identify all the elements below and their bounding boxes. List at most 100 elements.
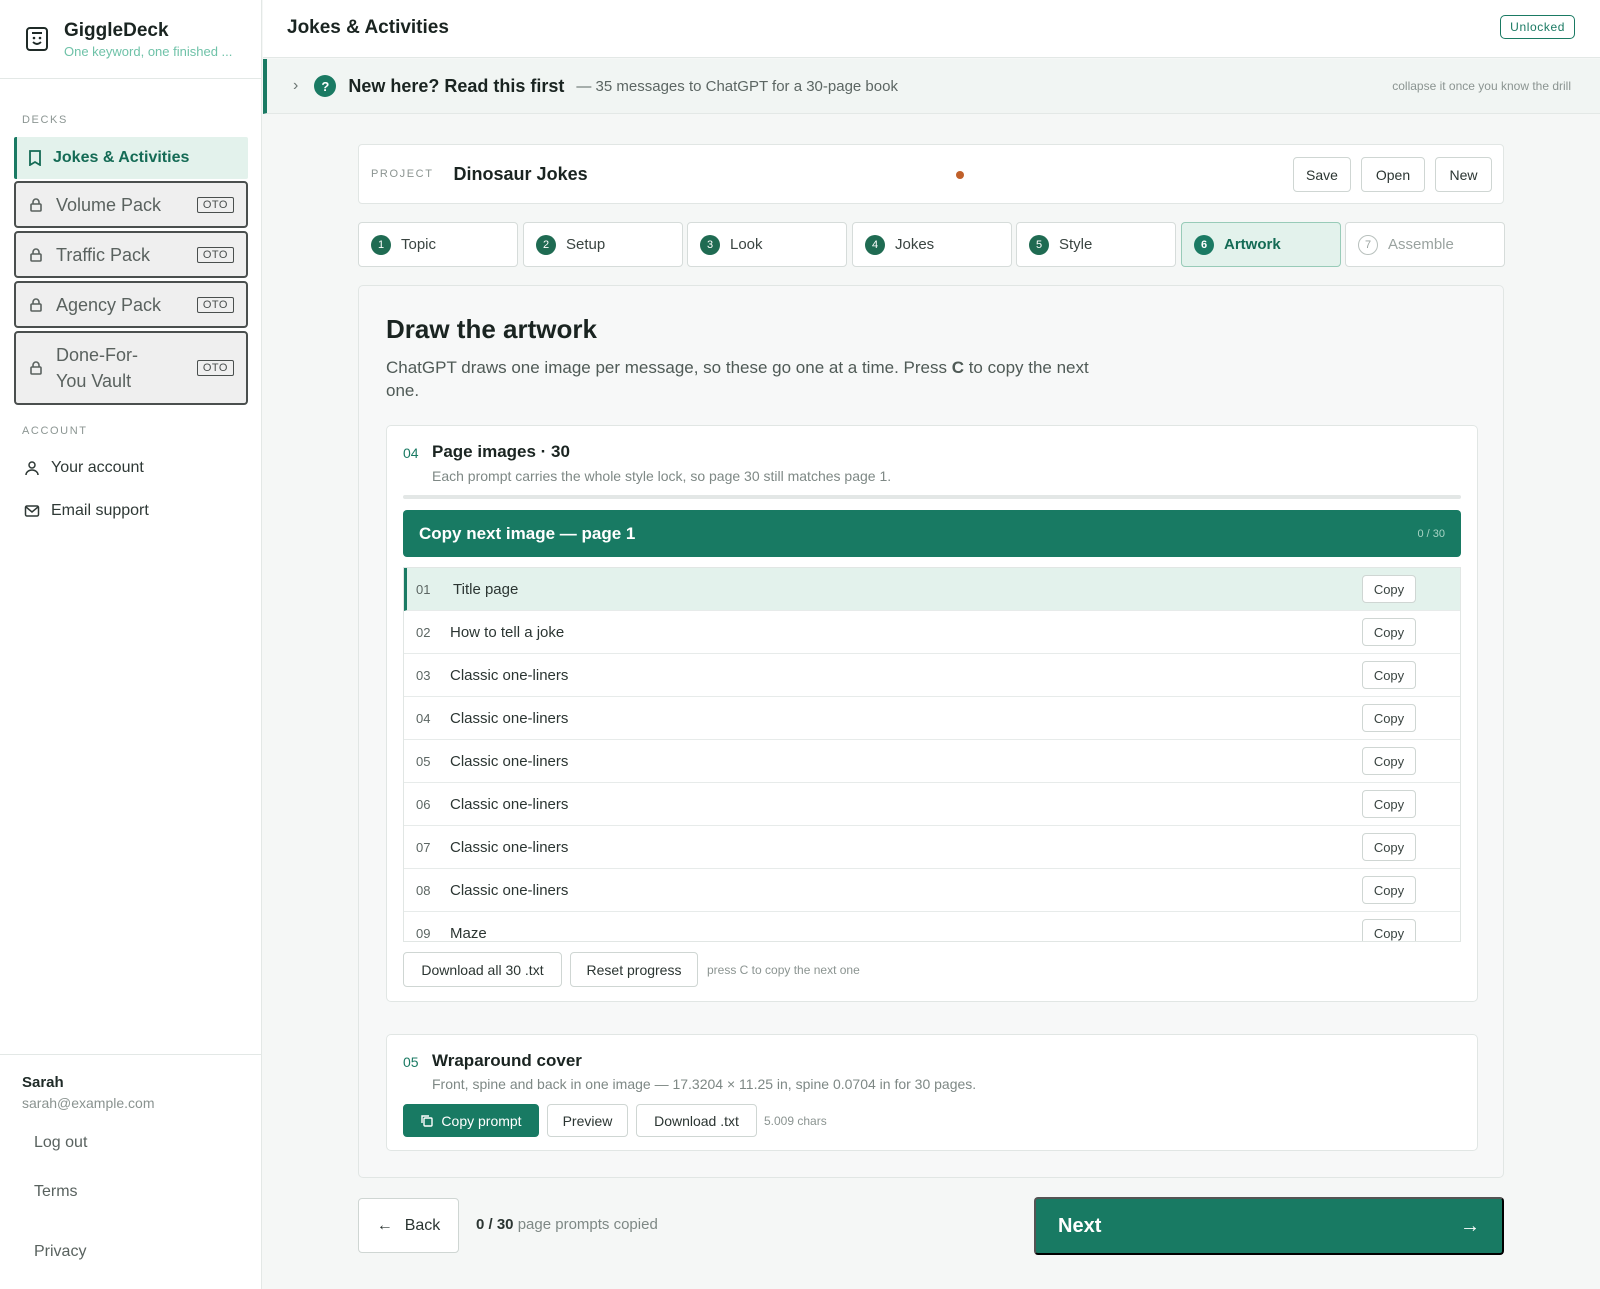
- copy-button[interactable]: Copy: [1362, 704, 1416, 732]
- section-title: Draw the artwork: [386, 314, 597, 344]
- list-item[interactable]: 03 Classic one-liners Copy: [404, 654, 1460, 697]
- step-number: 5: [1029, 234, 1049, 255]
- sidebar-item-traffic-pack[interactable]: Traffic Pack OTO: [14, 231, 248, 278]
- terms-link[interactable]: Terms: [34, 1183, 78, 1201]
- download-txt-button[interactable]: Download .txt: [636, 1104, 757, 1137]
- oto-badge: OTO: [196, 246, 234, 263]
- account-section-label: ACCOUNT: [22, 425, 88, 437]
- step-label: Setup: [566, 236, 606, 253]
- row-number: 05: [416, 753, 431, 769]
- sidebar-item-email-support[interactable]: Email support: [24, 502, 149, 520]
- row-label: How to tell a joke: [450, 623, 565, 641]
- page-prompt-list[interactable]: 01 Title page Copy 02 How to tell a joke…: [403, 567, 1461, 942]
- logout-link[interactable]: Log out: [34, 1134, 87, 1152]
- row-number: 06: [416, 796, 431, 812]
- sidebar-item-label: Email support: [51, 502, 149, 519]
- copy-prompt-label: Copy prompt: [441, 1112, 522, 1129]
- page-images-section: 04 Page images · 30 Each prompt carries …: [386, 425, 1478, 1002]
- back-button[interactable]: ← Back: [358, 1198, 459, 1253]
- step-jokes[interactable]: 4 Jokes: [852, 222, 1012, 267]
- intro-hint: collapse it once you know the drill: [1392, 79, 1571, 93]
- row-label: Classic one-liners: [450, 666, 569, 684]
- list-item[interactable]: 07 Classic one-liners Copy: [404, 826, 1460, 869]
- section-number: 05: [403, 1054, 419, 1070]
- arrow-right-icon: →: [1460, 1214, 1480, 1237]
- row-number: 07: [416, 839, 431, 855]
- list-item[interactable]: 08 Classic one-liners Copy: [404, 869, 1460, 912]
- list-item[interactable]: 06 Classic one-liners Copy: [404, 783, 1460, 826]
- row-label: Classic one-liners: [450, 795, 569, 813]
- sidebar-item-your-account[interactable]: Your account: [24, 459, 144, 477]
- list-item[interactable]: 05 Classic one-liners Copy: [404, 740, 1460, 783]
- step-style[interactable]: 5 Style: [1016, 222, 1176, 267]
- keyboard-hint: press C to copy the next one: [707, 963, 860, 977]
- sidebar-item-jokes-activities[interactable]: Jokes & Activities: [14, 137, 248, 179]
- row-number: 01: [416, 581, 431, 597]
- copy-button[interactable]: Copy: [1362, 833, 1416, 861]
- step-number: 6: [1194, 234, 1214, 255]
- brand[interactable]: GiggleDeck One keyword, one finished ...: [0, 0, 261, 79]
- open-button[interactable]: Open: [1361, 157, 1425, 192]
- next-button[interactable]: Next →: [1034, 1197, 1504, 1255]
- step-label: Look: [730, 236, 763, 253]
- copied-count: 0 / 30: [476, 1216, 514, 1233]
- copy-button[interactable]: Copy: [1362, 919, 1416, 941]
- copy-prompt-button[interactable]: Copy prompt: [403, 1104, 539, 1137]
- brand-tagline: One keyword, one finished ...: [64, 43, 233, 59]
- sidebar-footer-divider: [0, 1054, 261, 1055]
- download-all-button[interactable]: Download all 30 .txt: [403, 952, 562, 987]
- row-number: 03: [416, 667, 431, 683]
- copy-button[interactable]: Copy: [1362, 747, 1416, 775]
- step-setup[interactable]: 2 Setup: [523, 222, 683, 267]
- step-number: 1: [371, 234, 391, 255]
- step-look[interactable]: 3 Look: [687, 222, 847, 267]
- cover-section: 05 Wraparound cover Front, spine and bac…: [386, 1034, 1478, 1151]
- copy-button[interactable]: Copy: [1362, 790, 1416, 818]
- list-item[interactable]: 09 Maze Copy: [404, 912, 1460, 942]
- sidebar-item-label: Done-For-You Vault: [56, 345, 139, 391]
- row-number: 09: [416, 925, 431, 941]
- row-number: 02: [416, 624, 431, 640]
- step-topic[interactable]: 1 Topic: [358, 222, 518, 267]
- chevron-right-icon[interactable]: ›: [293, 77, 298, 95]
- oto-badge: OTO: [196, 296, 234, 313]
- intro-banner[interactable]: › ? New here? Read this first — 35 messa…: [263, 59, 1600, 114]
- preview-button[interactable]: Preview: [547, 1104, 628, 1137]
- copy-next-image-button[interactable]: Copy next image — page 1 0 / 30: [403, 510, 1461, 557]
- step-artwork[interactable]: 6 Artwork: [1181, 222, 1341, 267]
- row-label: Maze: [450, 924, 487, 942]
- row-label: Classic one-liners: [450, 709, 569, 727]
- reset-progress-button[interactable]: Reset progress: [570, 952, 698, 987]
- new-button[interactable]: New: [1435, 157, 1492, 192]
- sidebar-item-done-for-you-vault[interactable]: Done-For-You Vault OTO: [14, 331, 248, 405]
- step-number: 4: [865, 234, 885, 255]
- copy-button[interactable]: Copy: [1362, 661, 1416, 689]
- sidebar-item-agency-pack[interactable]: Agency Pack OTO: [14, 281, 248, 328]
- copy-icon: [421, 1115, 434, 1127]
- copy-button[interactable]: Copy: [1362, 575, 1416, 603]
- list-item[interactable]: 02 How to tell a joke Copy: [404, 611, 1460, 654]
- copy-counter: 0 / 30: [1417, 527, 1445, 540]
- sidebar-item-volume-pack[interactable]: Volume Pack OTO: [14, 181, 248, 228]
- copy-button[interactable]: Copy: [1362, 876, 1416, 904]
- step-number: 2: [536, 234, 556, 255]
- save-button[interactable]: Save: [1293, 157, 1351, 192]
- char-count: 5.009 chars: [764, 1114, 827, 1128]
- project-bar: PROJECT Dinosaur Jokes Save Open New: [358, 144, 1504, 204]
- lock-icon: [30, 247, 42, 262]
- sidebar-item-label: Volume Pack: [56, 194, 162, 215]
- logo-icon: [26, 27, 48, 51]
- lock-icon: [30, 197, 42, 212]
- step-assemble[interactable]: 7 Assemble: [1345, 222, 1505, 267]
- list-item[interactable]: 01 Title page Copy: [404, 568, 1460, 611]
- privacy-link[interactable]: Privacy: [34, 1243, 86, 1261]
- help-icon: ?: [314, 75, 337, 97]
- oto-badge: OTO: [196, 196, 234, 213]
- keyboard-key: C: [951, 358, 964, 377]
- row-number: 04: [416, 710, 431, 726]
- list-item[interactable]: 04 Classic one-liners Copy: [404, 697, 1460, 740]
- project-name[interactable]: Dinosaur Jokes: [454, 164, 588, 185]
- page-images-subtitle: Each prompt carries the whole style lock…: [432, 468, 892, 484]
- copy-button[interactable]: Copy: [1362, 618, 1416, 646]
- progress-bar: [403, 495, 1461, 499]
